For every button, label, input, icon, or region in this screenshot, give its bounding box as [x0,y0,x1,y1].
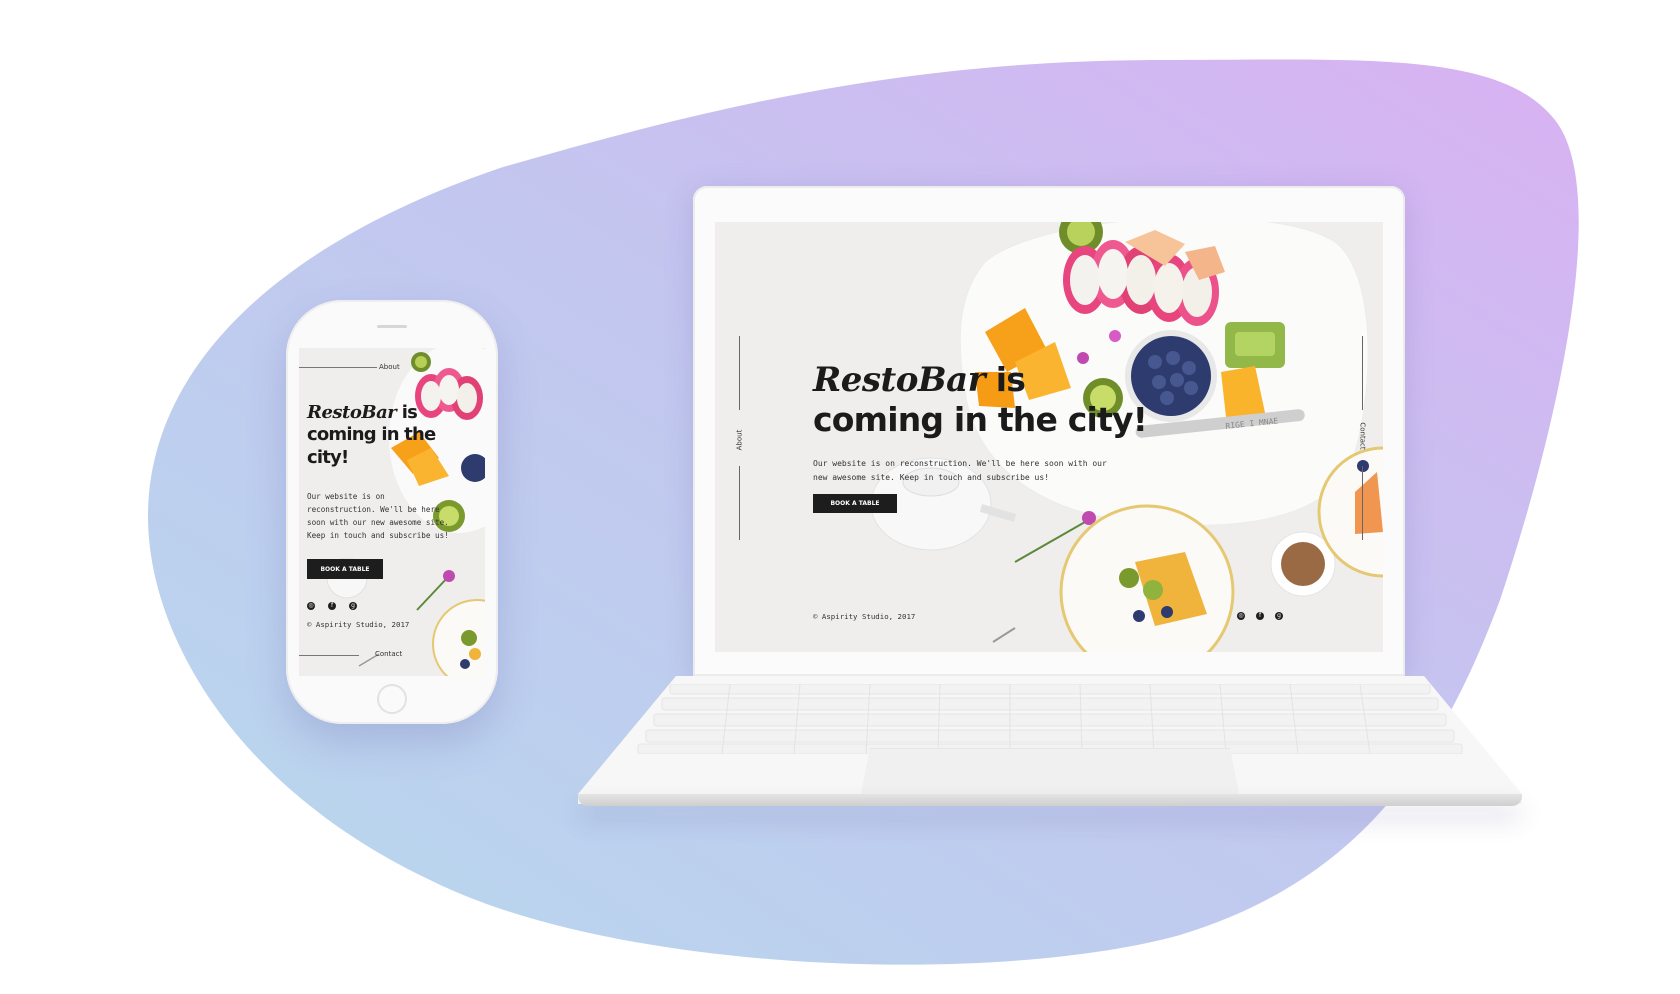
mobile-headline-line1: coming in the [307,424,436,445]
instagram-icon[interactable]: ◎ [307,602,315,610]
desktop-nav-contact-line-top [1362,336,1363,410]
mobile-copyright: © Aspirity Studio, 2017 [307,620,410,629]
desktop-nav-about[interactable]: About [735,430,743,451]
desktop-brand-logo: RestoBar [813,360,986,400]
laptop-keyboard-deck [578,676,1522,804]
laptop-mockup: RIGE I MNAE About Contact RestoBar is co… [693,186,1405,676]
facebook-icon[interactable]: f [328,602,336,610]
desktop-book-table-button[interactable]: BOOK A TABLE [813,494,897,513]
mobile-social-icons: ◎ f g [307,602,367,612]
desktop-description-line2: new awesome site. Keep in touch and subs… [813,473,1050,482]
phone-screen: About RestoBar is coming in the city! Ou… [299,348,485,676]
desktop-headline: RestoBar is coming in the city! [813,360,1213,440]
facebook-icon[interactable]: f [1256,612,1264,620]
desktop-copyright: © Aspirity Studio, 2017 [813,612,916,621]
mobile-book-table-button[interactable]: BOOK A TABLE [307,559,383,579]
desktop-headline-is: is [985,360,1026,399]
desktop-nav-line-top [739,336,740,410]
mobile-nav-divider-bottom [299,655,359,656]
google-plus-icon[interactable]: g [1275,612,1283,620]
desktop-description-line1: Our website is on reconstruction. We'll … [813,459,1107,468]
mobile-brand-logo: RestoBar [307,402,397,423]
desktop-headline-rest: coming in the city! [813,400,1148,439]
desktop-social-icons: ◎ f g [1237,612,1297,622]
laptop-screen: RIGE I MNAE About Contact RestoBar is co… [715,222,1383,652]
desktop-nav-line-bottom [739,466,740,540]
phone-mockup: About RestoBar is coming in the city! Ou… [286,300,498,724]
mobile-headline-line2: city! [307,447,349,468]
google-plus-icon[interactable]: g [349,602,357,610]
keyboard [637,684,1463,754]
phone-home-button [377,684,407,714]
instagram-icon[interactable]: ◎ [1237,612,1245,620]
mobile-headline-is: is [396,402,418,423]
trackpad [860,748,1240,798]
desktop-nav-contact-line-bottom [1362,466,1363,540]
desktop-nav-contact[interactable]: Contact [1359,422,1367,449]
mobile-nav-about[interactable]: About [379,363,400,371]
mobile-description: Our website is on reconstruction. We'll … [307,492,449,540]
phone-speaker [377,325,407,328]
laptop-front-edge [578,794,1522,806]
mobile-nav-contact[interactable]: Contact [375,650,402,658]
mobile-nav-divider-top [299,367,377,368]
mobile-headline: RestoBar is coming in the city! [307,402,485,469]
